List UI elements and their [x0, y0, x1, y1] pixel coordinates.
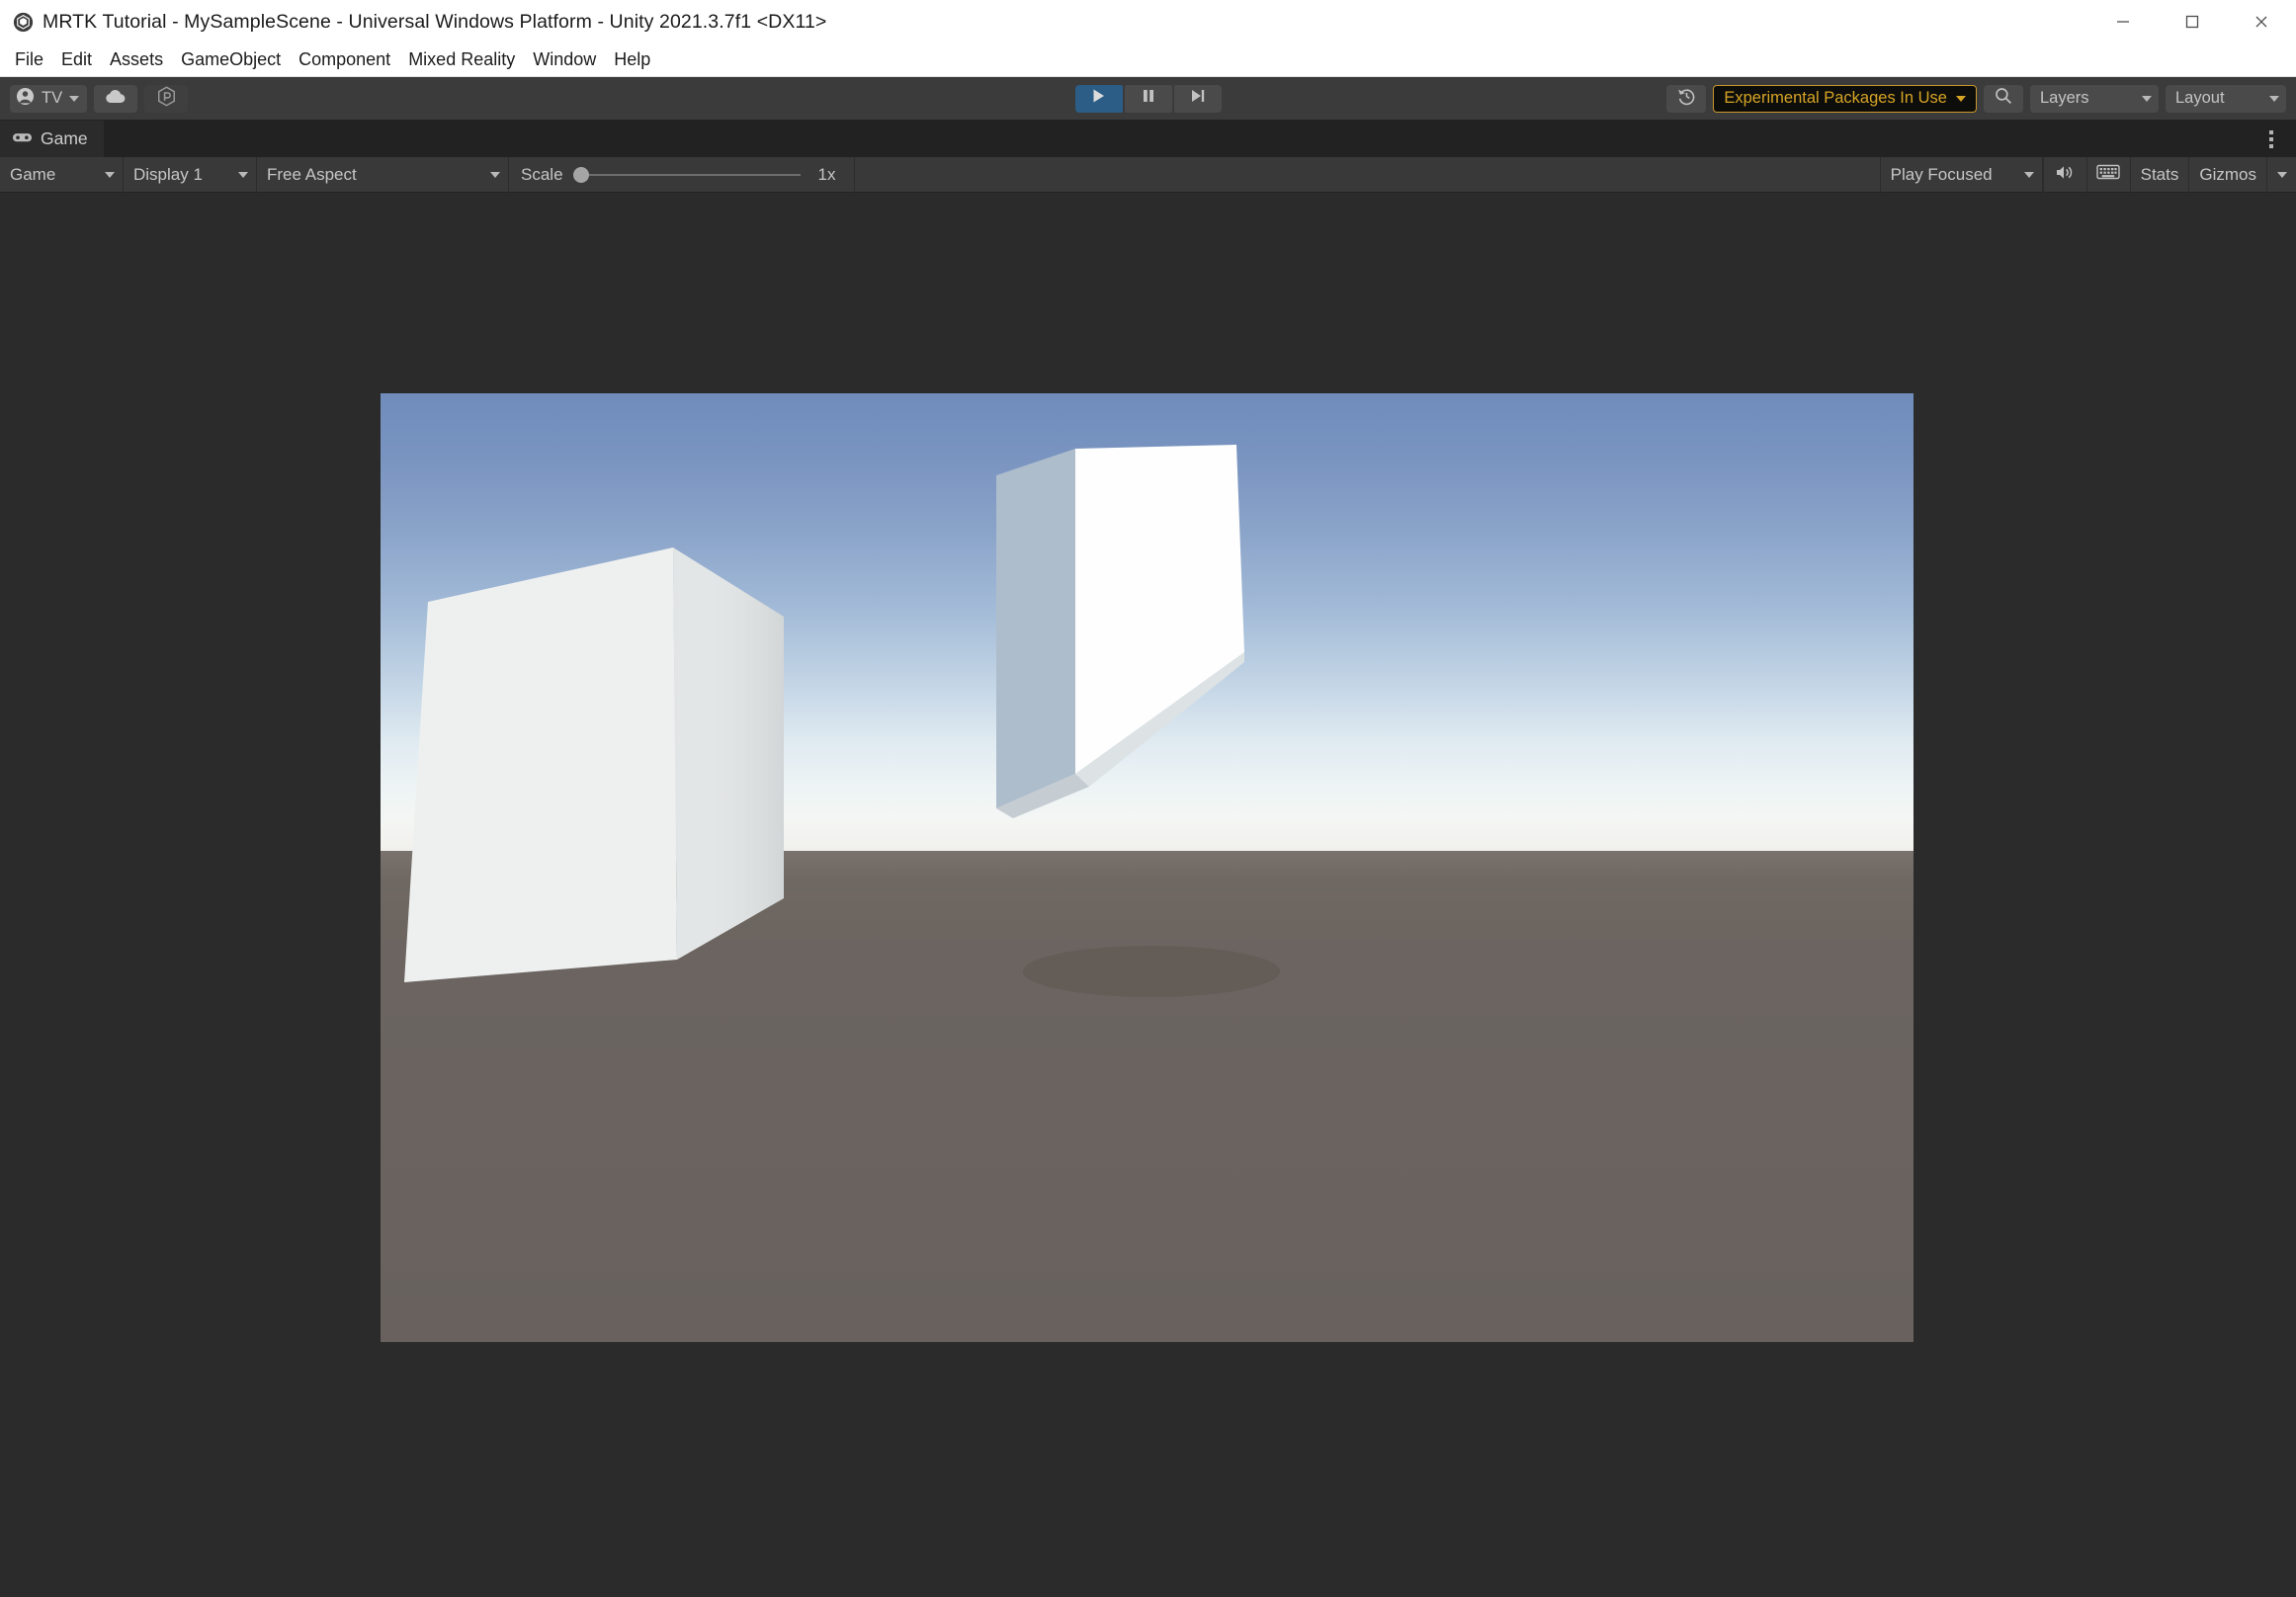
chevron-down-icon [69, 95, 80, 102]
close-button[interactable] [2227, 0, 2296, 43]
frame-debugger-button[interactable] [2085, 156, 2130, 193]
menu-window[interactable]: Window [524, 47, 605, 72]
small-cube-shadow [1023, 946, 1280, 997]
menu-assets[interactable]: Assets [101, 47, 172, 72]
menu-gameobject[interactable]: GameObject [172, 47, 290, 72]
chevron-down-icon [2023, 171, 2034, 178]
view-mode-dropdown[interactable]: Game [0, 156, 124, 193]
kebab-menu-icon[interactable] [2256, 121, 2286, 157]
chevron-down-icon [2269, 95, 2279, 102]
play-focus-dropdown[interactable]: Play Focused [1879, 156, 2043, 193]
account-label: TV [42, 89, 63, 107]
keyboard-grid-icon [2096, 163, 2120, 186]
gamepad-icon [12, 128, 33, 149]
search-button[interactable] [1984, 84, 2023, 113]
large-cube [404, 547, 784, 982]
menu-bar: File Edit Assets GameObject Component Mi… [0, 43, 2296, 77]
aspect-label: Free Aspect [267, 164, 357, 184]
large-cube-right-shading [673, 547, 784, 960]
large-cube-front-face [404, 547, 677, 982]
main-toolbar: TV Experimental Packages In Use Layers L… [0, 77, 2296, 121]
menu-file[interactable]: File [6, 47, 52, 72]
menu-help[interactable]: Help [605, 47, 659, 72]
search-icon [1994, 86, 2013, 111]
menu-component[interactable]: Component [290, 47, 399, 72]
game-view-area[interactable] [0, 193, 2296, 1597]
layers-label: Layers [2040, 89, 2089, 107]
account-person-icon [16, 87, 35, 111]
step-button[interactable] [1173, 84, 1222, 113]
display-label: Display 1 [133, 164, 203, 184]
tab-game-label: Game [41, 128, 88, 148]
scale-control: Scale 1x [509, 156, 855, 193]
panel-tab-row: Game [0, 121, 2296, 157]
account-button[interactable]: TV [10, 84, 88, 113]
scale-slider[interactable] [572, 165, 801, 185]
cloud-button[interactable] [94, 84, 138, 113]
play-icon [1091, 88, 1106, 109]
tab-game[interactable]: Game [0, 121, 104, 157]
window-controls [2088, 0, 2296, 43]
play-controls [1074, 84, 1222, 113]
chevron-down-icon [1956, 95, 1966, 102]
layout-dropdown[interactable]: Layout [2166, 84, 2286, 113]
stats-button[interactable]: Stats [2129, 156, 2189, 193]
game-view-toolbar: Game Display 1 Free Aspect Scale 1x Play… [0, 156, 2296, 193]
unity-services-button[interactable] [144, 84, 189, 113]
scene-objects [404, 445, 1280, 997]
chevron-down-icon [2276, 171, 2287, 178]
unity-logo-icon [13, 12, 34, 33]
unity-services-icon [155, 85, 178, 113]
mute-audio-button[interactable] [2042, 156, 2086, 193]
game-viewport[interactable] [381, 393, 1913, 1342]
play-focus-label: Play Focused [1890, 164, 1993, 184]
scale-label: Scale [521, 164, 563, 184]
view-mode-label: Game [10, 164, 56, 184]
menu-mixed-reality[interactable]: Mixed Reality [399, 47, 524, 72]
scale-slider-track [572, 173, 801, 176]
game-panel: Game Game Display 1 Free Aspect Scale 1x… [0, 121, 2296, 1597]
step-forward-icon [1190, 88, 1206, 109]
gizmos-button[interactable]: Gizmos [2188, 156, 2266, 193]
title-bar-left: MRTK Tutorial - MySampleScene - Universa… [13, 11, 826, 34]
minimize-button[interactable] [2088, 0, 2158, 43]
cloud-icon [104, 88, 128, 110]
chevron-down-icon [238, 171, 248, 178]
pause-icon [1142, 88, 1155, 109]
experimental-packages-label: Experimental Packages In Use [1724, 89, 1947, 107]
small-cube-left-face [996, 449, 1075, 808]
undo-history-button[interactable] [1666, 84, 1707, 113]
scale-slider-knob[interactable] [572, 166, 589, 183]
gizmos-dropdown-button[interactable] [2266, 156, 2296, 193]
aspect-dropdown[interactable]: Free Aspect [257, 156, 509, 193]
title-bar: MRTK Tutorial - MySampleScene - Universa… [0, 0, 2296, 43]
toolbar-right-group: Experimental Packages In Use Layers Layo… [1666, 84, 2286, 113]
game-toolbar-right: Play Focused Stats Gizmos [1879, 156, 2296, 193]
chevron-down-icon [105, 171, 115, 178]
chevron-down-icon [490, 171, 500, 178]
experimental-packages-badge[interactable]: Experimental Packages In Use [1713, 84, 1977, 113]
menu-edit[interactable]: Edit [52, 47, 101, 72]
speaker-icon [2054, 164, 2076, 186]
undo-history-icon [1676, 86, 1697, 112]
layers-dropdown[interactable]: Layers [2030, 84, 2159, 113]
small-cube [996, 445, 1244, 818]
pause-button[interactable] [1124, 84, 1172, 113]
maximize-button[interactable] [2158, 0, 2227, 43]
play-button[interactable] [1074, 84, 1123, 113]
toolbar-left-group: TV [10, 84, 189, 113]
chevron-down-icon [2142, 95, 2152, 102]
scale-value: 1x [817, 164, 836, 184]
layout-label: Layout [2175, 89, 2225, 107]
unity-editor-window: MRTK Tutorial - MySampleScene - Universa… [0, 0, 2296, 1597]
window-title: MRTK Tutorial - MySampleScene - Universa… [43, 10, 827, 33]
display-dropdown[interactable]: Display 1 [124, 156, 257, 193]
